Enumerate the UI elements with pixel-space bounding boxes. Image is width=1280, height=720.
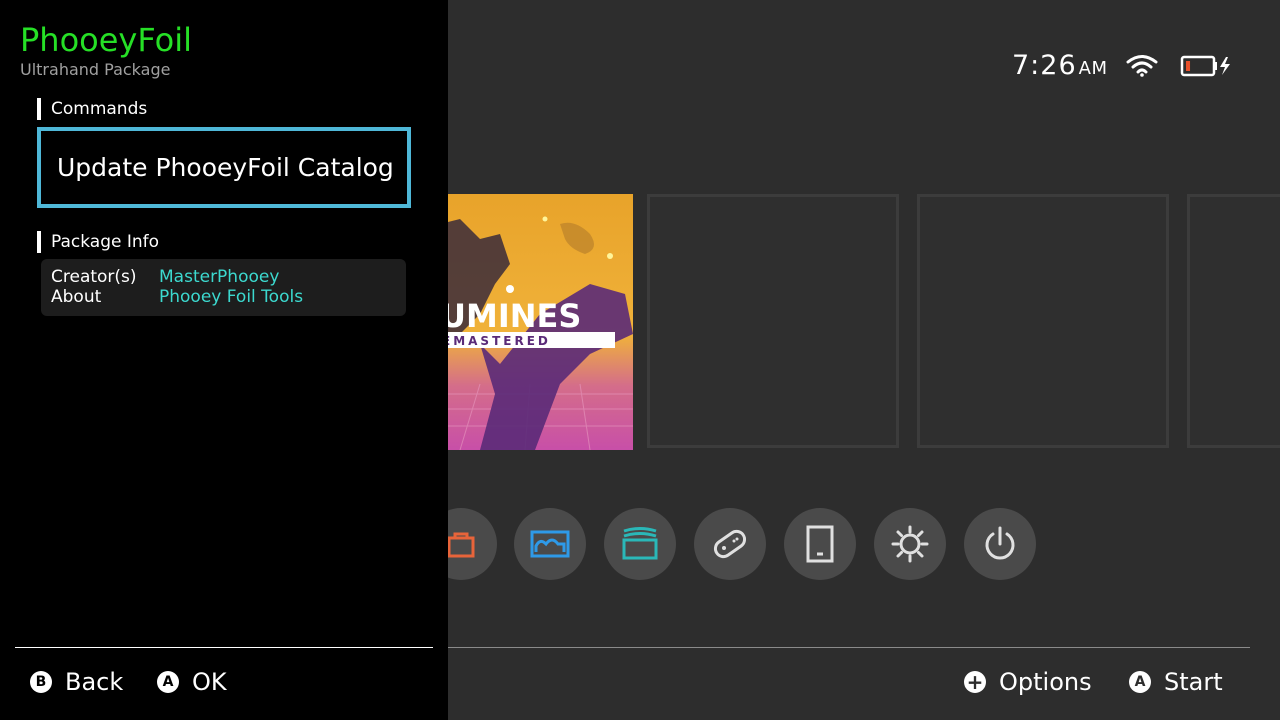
a-button-icon: A (1129, 671, 1151, 693)
news-icon (622, 527, 658, 560)
options-hint[interactable]: + Options (964, 668, 1092, 696)
sleep-device-icon (806, 525, 834, 563)
back-hint[interactable]: B Back (30, 668, 123, 696)
controllers-button[interactable] (694, 508, 766, 580)
section-header-package-info: Package Info (37, 231, 159, 253)
eshop-icon (447, 532, 475, 558)
ok-label: OK (192, 668, 227, 696)
back-label: Back (65, 668, 124, 696)
info-key: About (51, 287, 102, 307)
power-icon (985, 526, 1015, 560)
package-info-box: Creator(s) MasterPhooey About Phooey Foi… (41, 259, 406, 316)
b-button-icon: B (30, 671, 52, 693)
album-icon (530, 530, 570, 558)
a-button-icon: A (157, 671, 179, 693)
ultrahand-overlay: PhooeyFoil Ultrahand Package Commands Up… (0, 0, 448, 720)
clock: 7:26 AM (1012, 50, 1107, 81)
power-button[interactable] (964, 508, 1036, 580)
update-catalog-command[interactable]: Update PhooeyFoil Catalog (37, 127, 411, 208)
game-art-subtitle: EMASTERED (442, 334, 551, 348)
info-value: Phooey Foil Tools (159, 287, 304, 307)
sleep-device-button[interactable] (784, 508, 856, 580)
options-label: Options (999, 668, 1092, 696)
overlay-footer-divider (15, 647, 433, 648)
controllers-icon (713, 529, 747, 559)
game-art-title: UMINES (440, 297, 581, 335)
clock-time: 7:26 (1012, 50, 1077, 81)
empty-game-tile (647, 194, 899, 448)
empty-game-tile (1187, 194, 1280, 448)
plus-button-icon: + (964, 670, 986, 694)
command-label: Update PhooeyFoil Catalog (57, 153, 394, 182)
start-hint[interactable]: A Start (1129, 668, 1223, 696)
clock-ampm: AM (1078, 58, 1108, 79)
section-header-commands: Commands (37, 98, 147, 120)
settings-icon (891, 525, 929, 563)
news-button[interactable] (604, 508, 676, 580)
info-key: Creator(s) (51, 267, 137, 287)
info-value: MasterPhooey (159, 267, 280, 287)
footer-divider (448, 647, 1250, 648)
empty-game-tile (917, 194, 1169, 448)
ok-hint[interactable]: A OK (157, 668, 227, 696)
battery-charging-icon (1180, 55, 1230, 77)
wifi-icon (1126, 55, 1158, 77)
start-label: Start (1164, 668, 1223, 696)
package-title: PhooeyFoil (20, 21, 192, 59)
package-subtitle: Ultrahand Package (20, 60, 171, 79)
album-button[interactable] (514, 508, 586, 580)
settings-button[interactable] (874, 508, 946, 580)
game-tile-lumines[interactable]: UMINES EMASTERED (440, 194, 633, 450)
